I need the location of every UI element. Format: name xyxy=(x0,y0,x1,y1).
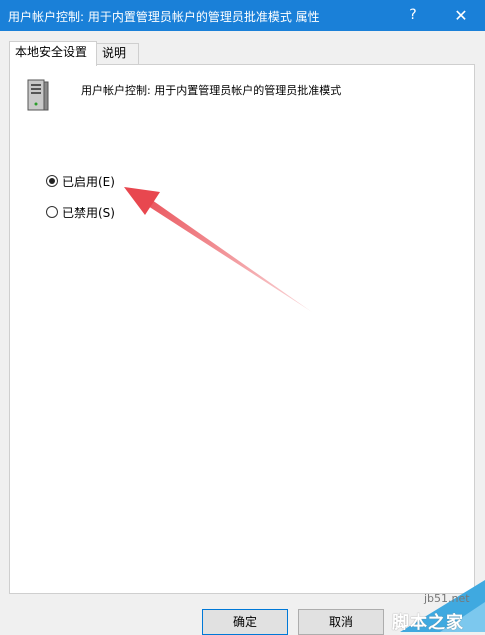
help-button[interactable]: ? xyxy=(400,0,426,31)
server-icon xyxy=(27,79,49,111)
tab-panel xyxy=(9,64,475,594)
cancel-button[interactable]: 取消 xyxy=(298,609,384,635)
tab-local-security-setting[interactable]: 本地安全设置 xyxy=(9,41,97,66)
watermark-url: jb51.net xyxy=(424,592,470,605)
close-button[interactable]: ✕ xyxy=(446,0,476,31)
policy-name: 用户帐户控制: 用于内置管理员帐户的管理员批准模式 xyxy=(81,84,342,97)
title-bar: 用户帐户控制: 用于内置管理员帐户的管理员批准模式 属性 ? ✕ xyxy=(0,0,485,31)
enabled-option[interactable]: 已启用(E) xyxy=(46,172,115,190)
disabled-radio[interactable] xyxy=(46,206,58,218)
ok-button[interactable]: 确定 xyxy=(202,609,288,635)
disabled-label: 已禁用(S) xyxy=(62,205,115,220)
tab-explain[interactable]: 说明 xyxy=(96,43,139,64)
disabled-option[interactable]: 已禁用(S) xyxy=(46,203,115,221)
enabled-label: 已启用(E) xyxy=(62,174,115,189)
window-title: 用户帐户控制: 用于内置管理员帐户的管理员批准模式 属性 xyxy=(8,10,320,24)
watermark-text: 脚本之家 xyxy=(392,613,464,633)
enabled-radio[interactable] xyxy=(46,175,58,187)
